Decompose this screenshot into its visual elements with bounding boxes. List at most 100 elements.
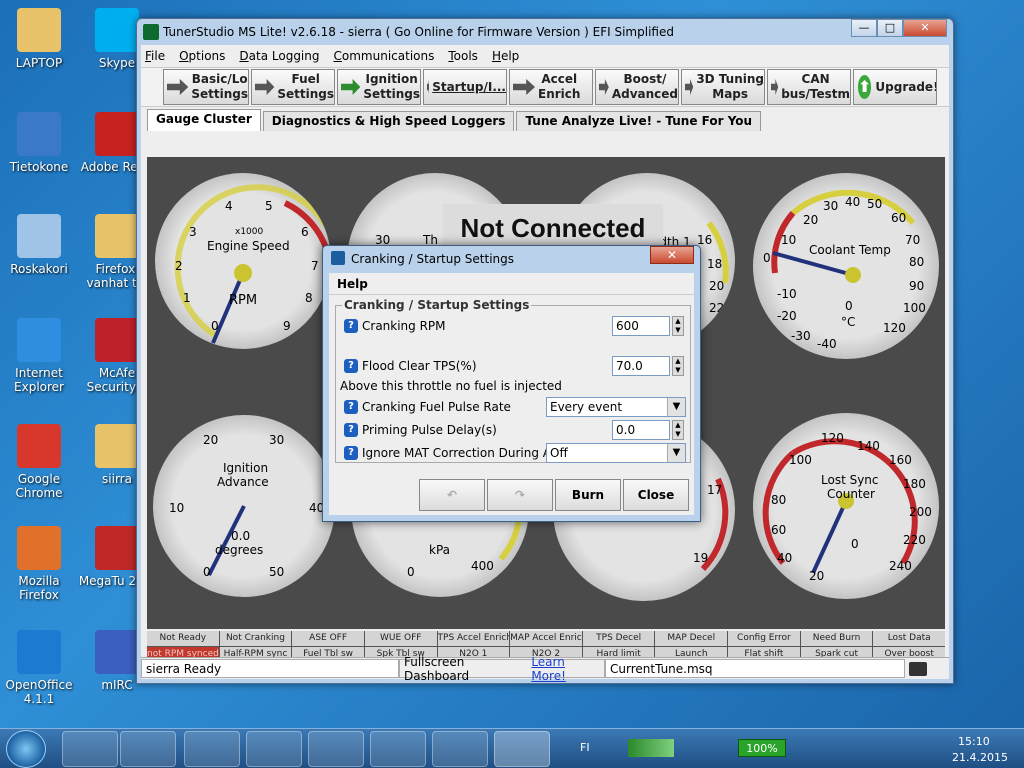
tick-label: 2 — [175, 259, 183, 273]
tick-label: 40 — [845, 195, 861, 209]
tick-label: 7 — [311, 259, 319, 273]
gauge-title: Lost Sync — [821, 473, 879, 487]
desktop-icon[interactable]: Roskakori — [0, 214, 78, 276]
menu-tools[interactable]: Tools — [448, 49, 478, 63]
tick-label: 40 — [777, 551, 793, 565]
battery-indicator[interactable]: 100% — [738, 739, 786, 757]
menu-help[interactable]: Help — [492, 49, 519, 63]
tick-label: 120 — [883, 321, 906, 335]
tab-tune-analyze[interactable]: Tune Analyze Live! - Tune For You — [516, 111, 762, 131]
desktop-icon[interactable]: OpenOffice 4.1.1 — [0, 630, 78, 706]
taskbar-app-media-player[interactable] — [120, 731, 176, 767]
taskbar-app-anydesk[interactable] — [370, 731, 426, 767]
3d-tuning-maps-button[interactable]: 3D Tuning Maps — [681, 69, 765, 105]
gauge-value: 0 — [845, 299, 853, 313]
cranking-rpm-spinner[interactable]: ▲ ▼ — [672, 316, 684, 336]
folder-icon — [95, 214, 139, 258]
tab-gauge-cluster[interactable]: Gauge Cluster — [147, 109, 261, 131]
taskbar: FI 100% 15:10 21.4.2015 — [0, 728, 1024, 768]
dialog-close-button[interactable]: ✕ — [650, 246, 694, 264]
taskbar-app-chrome[interactable] — [184, 731, 240, 767]
window-titlebar[interactable]: TunerStudio MS Lite! v2.6.18 - sierra ( … — [137, 19, 953, 45]
priming-delay-input[interactable]: 0.0 — [612, 420, 670, 440]
dialog-menu-help[interactable]: Help — [329, 273, 694, 295]
window-title: TunerStudio MS Lite! v2.6.18 - sierra ( … — [163, 25, 674, 39]
menu-file[interactable]: File — [145, 49, 165, 63]
tick-label: -10 — [777, 287, 797, 301]
can-bus-testmodes-button[interactable]: CAN bus/Testm — [767, 69, 851, 105]
button-label: Fuel — [291, 72, 320, 86]
taskbar-app-megatune[interactable] — [432, 731, 488, 767]
taskbar-app-explorer[interactable] — [62, 731, 118, 767]
tick-label: 50 — [867, 197, 883, 211]
toolbar: Basic/Lo Settings Fuel Settings Ignition Se… — [141, 67, 949, 107]
gauge-title: Coolant Temp — [809, 243, 891, 257]
fuel-settings-button[interactable]: Fuel Settings — [251, 69, 335, 105]
menu-communications[interactable]: Communications — [334, 49, 435, 63]
dialog-close-action-button[interactable]: Close — [623, 479, 689, 511]
upgrade-button[interactable]: ⬆ Upgrade! — [853, 69, 937, 105]
ignore-mat-select[interactable]: Off ▼ — [546, 443, 686, 463]
ignition-settings-button[interactable]: Ignition Settings — [337, 69, 421, 105]
tick-label: 3 — [189, 225, 197, 239]
engine-icon — [167, 79, 189, 95]
megatune-icon — [95, 526, 139, 570]
language-indicator[interactable]: FI — [580, 741, 590, 754]
coolant-temp-gauge: 0 10 20 30 40 50 60 70 80 90 100 120 -10… — [753, 173, 939, 359]
boost-advanced-button[interactable]: Boost/Advanced — [595, 69, 679, 105]
redo-button[interactable]: ↷ — [487, 479, 553, 511]
engine-speed-gauge: 0 1 2 3 4 5 6 7 8 9 x1000 Engine Speed R… — [155, 173, 331, 349]
engine-icon — [255, 79, 275, 95]
flood-clear-input[interactable]: 70.0 — [612, 356, 670, 376]
basic-load-settings-button[interactable]: Basic/Lo Settings — [163, 69, 249, 105]
close-button[interactable]: ✕ — [903, 19, 947, 37]
tick-label: -30 — [791, 329, 811, 343]
button-label: Startup/I... — [432, 79, 506, 94]
taskbar-app-tunerstudio[interactable] — [494, 731, 550, 767]
help-icon[interactable]: ? — [344, 446, 358, 460]
tick-label: 20 — [203, 433, 219, 447]
flood-clear-spinner[interactable]: ▲ ▼ — [672, 356, 684, 376]
status-indicator: Not Cranking — [219, 631, 292, 646]
priming-delay-spinner[interactable]: ▲ ▼ — [672, 420, 684, 440]
burn-button[interactable]: Burn — [555, 479, 621, 511]
tools-icon — [771, 79, 779, 95]
clock-date[interactable]: 21.4.2015 — [952, 751, 1008, 764]
help-icon[interactable]: ? — [344, 423, 358, 437]
tab-diagnostics[interactable]: Diagnostics & High Speed Loggers — [262, 111, 515, 131]
minimize-button[interactable]: — — [851, 19, 877, 37]
menu-data-logging[interactable]: Data Logging — [239, 49, 319, 63]
status-indicator: MAP Decel — [655, 631, 728, 646]
up-arrow-icon: ⬆ — [858, 75, 872, 99]
help-icon[interactable]: ? — [344, 400, 358, 414]
startup-idle-button[interactable]: Startup/I... — [423, 69, 507, 105]
tick-label: 8 — [305, 291, 313, 305]
gauge-unit: °C — [841, 315, 856, 329]
menu-options[interactable]: Options — [179, 49, 225, 63]
button-label: CAN — [801, 72, 830, 86]
clock-time[interactable]: 15:10 — [958, 735, 990, 748]
pulse-rate-select[interactable]: Every event ▼ — [546, 397, 686, 417]
maximize-button[interactable]: □ — [877, 19, 903, 37]
help-icon[interactable]: ? — [344, 319, 358, 333]
button-label: Advanced — [611, 87, 678, 101]
taskbar-app-firefox[interactable] — [246, 731, 302, 767]
learn-more-link[interactable]: Learn More! — [531, 655, 600, 683]
desktop-icon[interactable]: Internet Explorer — [0, 318, 78, 394]
accel-enrich-button[interactable]: Accel Enrich — [509, 69, 593, 105]
lost-sync-counter-gauge: 20 40 60 80 100 120 140 160 180 200 220 … — [753, 413, 939, 599]
start-button[interactable] — [6, 730, 46, 768]
undo-button[interactable]: ↶ — [419, 479, 485, 511]
tick-label: 100 — [789, 453, 812, 467]
button-label: Basic/Lo — [191, 72, 248, 86]
desktop-icon[interactable]: LAPTOP — [0, 8, 78, 70]
taskbar-app-skype[interactable] — [308, 731, 364, 767]
dialog-titlebar[interactable]: Cranking / Startup Settings ✕ — [323, 246, 700, 272]
tick-label: 0 — [211, 319, 219, 333]
desktop-icon[interactable]: Google Chrome — [0, 424, 78, 500]
button-label: Ignition — [365, 72, 418, 86]
desktop-icon[interactable]: Tietokone — [0, 112, 78, 174]
cranking-rpm-input[interactable]: 600 — [612, 316, 670, 336]
help-icon[interactable]: ? — [344, 359, 358, 373]
desktop-icon[interactable]: Mozilla Firefox — [0, 526, 78, 602]
